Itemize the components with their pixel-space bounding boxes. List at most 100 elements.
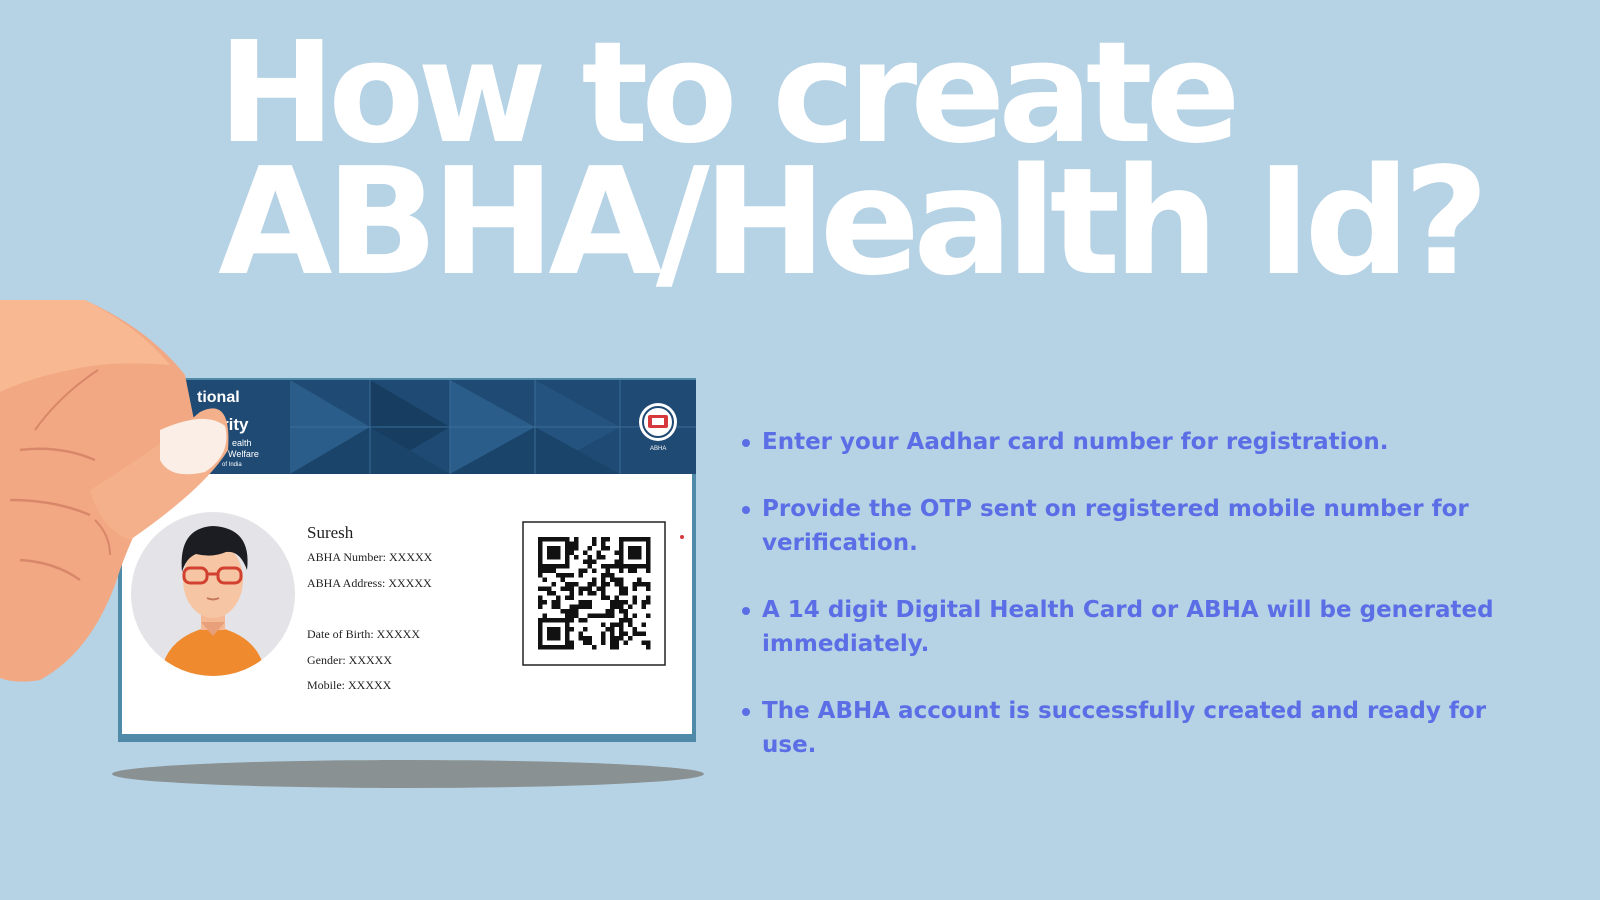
qr-module — [614, 636, 619, 641]
qr-module — [614, 564, 619, 569]
qr-module — [551, 564, 556, 569]
qr-module — [610, 613, 615, 618]
qr-module — [619, 600, 624, 605]
qr-module — [560, 609, 565, 614]
qr-module — [551, 600, 556, 605]
qr-module — [646, 564, 651, 569]
qr-module — [646, 546, 651, 551]
qr-module — [538, 600, 543, 605]
qr-module — [646, 537, 651, 542]
list-item: A 14 digit Digital Health Card or ABHA w… — [740, 593, 1520, 661]
abha-logo-icon — [639, 403, 677, 441]
qr-module — [587, 582, 592, 587]
qr-module — [538, 555, 543, 560]
qr-module — [646, 586, 651, 591]
qr-module — [632, 550, 637, 555]
qr-module — [578, 600, 583, 605]
qr-module — [646, 582, 651, 587]
qr-module — [601, 586, 606, 591]
qr-module — [565, 559, 570, 564]
qr-module — [556, 627, 561, 632]
qr-module — [614, 577, 619, 582]
qr-module — [614, 595, 619, 600]
qr-module — [605, 564, 610, 569]
qr-module — [547, 586, 552, 591]
qr-module — [565, 573, 570, 578]
qr-module — [619, 622, 624, 627]
qr-module — [623, 600, 628, 605]
qr-module — [547, 555, 552, 560]
qr-module — [637, 555, 642, 560]
qr-module — [646, 613, 651, 618]
qr-module — [556, 618, 561, 623]
qr-module — [614, 550, 619, 555]
qr-module — [574, 555, 579, 560]
qr-module — [641, 631, 646, 636]
qr-module — [560, 573, 565, 578]
qr-module — [583, 640, 588, 645]
qr-module — [632, 586, 637, 591]
gender: Gender: XXXXX — [307, 653, 392, 667]
qr-module — [628, 604, 633, 609]
qr-module — [587, 604, 592, 609]
qr-module — [551, 537, 556, 542]
qr-module — [628, 568, 633, 573]
qr-module — [547, 568, 552, 573]
qr-module — [632, 537, 637, 542]
qr-module — [646, 568, 651, 573]
qr-module — [569, 595, 574, 600]
qr-module — [583, 586, 588, 591]
abha-card-illustration: tional rity ealth Welfare of India ABHA — [0, 300, 704, 788]
qr-module — [628, 564, 633, 569]
qr-module — [619, 537, 624, 542]
qr-module — [610, 627, 615, 632]
qr-module — [560, 564, 565, 569]
qr-module — [569, 613, 574, 618]
qr-module — [569, 618, 574, 623]
qr-module — [551, 627, 556, 632]
qr-module — [614, 604, 619, 609]
qr-module — [565, 631, 570, 636]
qr-module — [641, 640, 646, 645]
qr-module — [628, 618, 633, 623]
list-item: Enter your Aadhar card number for regist… — [740, 425, 1520, 459]
header-fragment-3: ealth — [232, 438, 252, 448]
qr-module — [614, 559, 619, 564]
qr-module — [641, 622, 646, 627]
qr-module — [592, 559, 597, 564]
qr-module — [551, 618, 556, 623]
qr-module — [556, 595, 561, 600]
qr-module — [587, 640, 592, 645]
qr-module — [542, 577, 547, 582]
qr-module — [538, 541, 543, 546]
qr-module — [623, 591, 628, 596]
qr-module — [646, 550, 651, 555]
qr-module — [619, 627, 624, 632]
qr-module — [538, 559, 543, 564]
qr-module — [605, 582, 610, 587]
qr-module — [601, 577, 606, 582]
qr-module — [556, 537, 561, 542]
qr-module — [587, 613, 592, 618]
qr-module — [610, 573, 615, 578]
qr-module — [605, 573, 610, 578]
qr-module — [542, 537, 547, 542]
qr-module — [565, 550, 570, 555]
qr-module — [619, 604, 624, 609]
qr-module — [605, 627, 610, 632]
qr-module — [569, 627, 574, 632]
qr-module — [547, 618, 552, 623]
qr-module — [583, 604, 588, 609]
qr-module — [614, 645, 619, 650]
qr-module — [610, 609, 615, 614]
qr-module — [601, 564, 606, 569]
qr-module — [556, 631, 561, 636]
qr-module — [578, 604, 583, 609]
qr-module — [646, 600, 651, 605]
qr-module — [587, 591, 592, 596]
qr-module — [538, 586, 543, 591]
qr-module — [551, 636, 556, 641]
card-holder-name: Suresh — [307, 523, 354, 542]
qr-module — [601, 537, 606, 542]
qr-module — [551, 546, 556, 551]
